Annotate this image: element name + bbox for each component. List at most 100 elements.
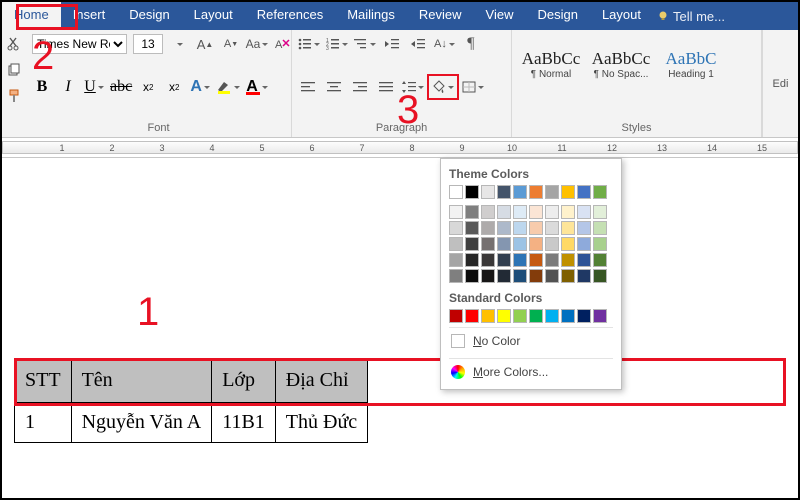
table-header[interactable]: STT <box>15 359 72 403</box>
style-card-0[interactable]: AaBbCc¶ Normal <box>518 34 584 94</box>
color-swatch[interactable] <box>513 253 527 267</box>
color-swatch[interactable] <box>561 237 575 251</box>
table-cell[interactable]: Nguyễn Văn A <box>71 403 212 443</box>
color-swatch[interactable] <box>497 221 511 235</box>
color-swatch[interactable] <box>593 237 607 251</box>
text-effects-icon[interactable]: A <box>190 77 210 97</box>
bullets-icon[interactable] <box>298 34 320 54</box>
ruler[interactable]: 123456789101112131415 <box>2 138 798 158</box>
increase-indent-icon[interactable] <box>408 34 428 54</box>
color-swatch[interactable] <box>449 185 463 199</box>
color-swatch[interactable] <box>545 237 559 251</box>
table-header[interactable]: Lớp <box>212 359 276 403</box>
color-swatch[interactable] <box>577 205 591 219</box>
color-swatch[interactable] <box>529 253 543 267</box>
color-swatch[interactable] <box>545 185 559 199</box>
tab-home[interactable]: Home <box>2 2 61 30</box>
font-color-icon[interactable]: A <box>246 77 268 97</box>
bold-button[interactable]: B <box>32 77 52 97</box>
color-swatch[interactable] <box>593 253 607 267</box>
color-swatch[interactable] <box>561 205 575 219</box>
style-card-1[interactable]: AaBbCc¶ No Spac... <box>588 34 654 94</box>
color-swatch[interactable] <box>529 205 543 219</box>
color-swatch[interactable] <box>545 221 559 235</box>
tab-design[interactable]: Design <box>117 2 181 30</box>
tab-layout[interactable]: Layout <box>182 2 245 30</box>
align-right-icon[interactable] <box>350 77 370 97</box>
clear-format-icon[interactable]: A <box>273 34 293 54</box>
color-swatch[interactable] <box>497 309 511 323</box>
document-table[interactable]: STTTênLớpĐịa Chỉ 1Nguyễn Văn A11B1Thủ Đứ… <box>14 358 368 443</box>
tab-references[interactable]: References <box>245 2 335 30</box>
color-swatch[interactable] <box>577 185 591 199</box>
no-color-item[interactable]: No Color <box>449 327 613 354</box>
color-swatch[interactable] <box>529 185 543 199</box>
tab-review[interactable]: Review <box>407 2 474 30</box>
color-swatch[interactable] <box>497 205 511 219</box>
color-swatch[interactable] <box>449 237 463 251</box>
color-swatch[interactable] <box>449 253 463 267</box>
tell-me[interactable]: Tell me... <box>657 2 725 30</box>
shading-button[interactable] <box>430 77 456 97</box>
color-swatch[interactable] <box>513 221 527 235</box>
color-swatch[interactable] <box>481 205 495 219</box>
color-swatch[interactable] <box>481 221 495 235</box>
color-swatch[interactable] <box>481 237 495 251</box>
color-swatch[interactable] <box>593 185 607 199</box>
superscript-button[interactable]: x2 <box>164 77 184 97</box>
color-swatch[interactable] <box>449 269 463 283</box>
decrease-indent-icon[interactable] <box>382 34 402 54</box>
color-swatch[interactable] <box>529 221 543 235</box>
color-swatch[interactable] <box>513 269 527 283</box>
italic-button[interactable]: I <box>58 77 78 97</box>
color-swatch[interactable] <box>561 309 575 323</box>
color-swatch[interactable] <box>577 253 591 267</box>
color-swatch[interactable] <box>577 269 591 283</box>
tab-layout[interactable]: Layout <box>590 2 653 30</box>
table-cell[interactable]: 11B1 <box>212 403 276 443</box>
color-swatch[interactable] <box>497 185 511 199</box>
table-header[interactable]: Địa Chỉ <box>275 359 367 403</box>
color-swatch[interactable] <box>481 185 495 199</box>
strikethrough-button[interactable]: abc <box>110 77 132 97</box>
align-center-icon[interactable] <box>324 77 344 97</box>
highlight-icon[interactable] <box>216 77 240 97</box>
tab-view[interactable]: View <box>474 2 526 30</box>
document-area[interactable]: Theme Colors Standard Colors No Color Mo… <box>2 158 798 498</box>
color-swatch[interactable] <box>465 185 479 199</box>
color-swatch[interactable] <box>497 237 511 251</box>
color-swatch[interactable] <box>449 205 463 219</box>
color-swatch[interactable] <box>513 185 527 199</box>
color-swatch[interactable] <box>481 253 495 267</box>
tab-mailings[interactable]: Mailings <box>335 2 407 30</box>
font-size-dropdown[interactable] <box>169 34 189 54</box>
color-swatch[interactable] <box>529 309 543 323</box>
color-swatch[interactable] <box>561 221 575 235</box>
color-swatch[interactable] <box>577 237 591 251</box>
color-swatch[interactable] <box>497 269 511 283</box>
color-swatch[interactable] <box>513 309 527 323</box>
multilevel-list-icon[interactable] <box>354 34 376 54</box>
table-cell[interactable]: Thủ Đức <box>275 403 367 443</box>
color-swatch[interactable] <box>593 269 607 283</box>
color-swatch[interactable] <box>465 309 479 323</box>
color-swatch[interactable] <box>593 309 607 323</box>
color-swatch[interactable] <box>513 237 527 251</box>
numbering-icon[interactable]: 123 <box>326 34 348 54</box>
color-swatch[interactable] <box>465 253 479 267</box>
align-left-icon[interactable] <box>298 77 318 97</box>
color-swatch[interactable] <box>465 237 479 251</box>
color-swatch[interactable] <box>545 269 559 283</box>
color-swatch[interactable] <box>497 253 511 267</box>
font-size-input[interactable] <box>133 34 163 54</box>
sort-icon[interactable]: A↓ <box>434 34 455 54</box>
copy-icon[interactable] <box>4 60 24 80</box>
justify-icon[interactable] <box>376 77 396 97</box>
color-swatch[interactable] <box>593 205 607 219</box>
color-swatch[interactable] <box>545 309 559 323</box>
color-swatch[interactable] <box>465 269 479 283</box>
color-swatch[interactable] <box>513 205 527 219</box>
grow-font-icon[interactable]: A▲ <box>195 34 215 54</box>
borders-button[interactable] <box>462 77 484 97</box>
tab-insert[interactable]: Insert <box>61 2 118 30</box>
